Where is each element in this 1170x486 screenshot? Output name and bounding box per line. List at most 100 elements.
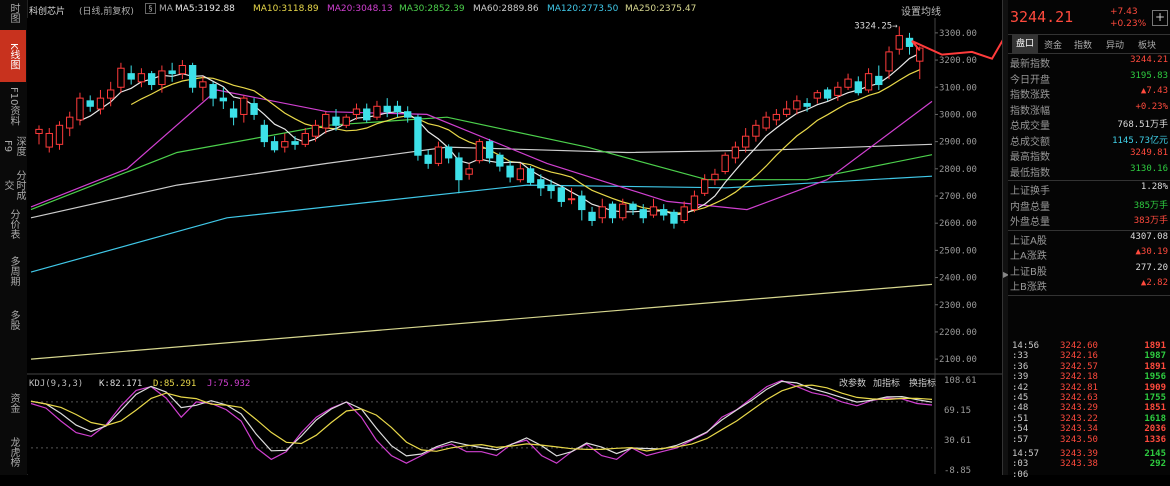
stat-label: 外盘总量	[1010, 217, 1050, 228]
candle-body	[608, 203, 617, 219]
candle-body	[670, 211, 678, 224]
stat-label: 总成交额	[1010, 136, 1050, 148]
stat-row: 最新指数 3244.21	[1010, 55, 1170, 70]
stat-value: ▲30.19	[1135, 247, 1168, 257]
left-tab-8[interactable]: 资金	[0, 382, 26, 424]
candle-body	[823, 89, 832, 99]
candle-body	[660, 209, 668, 216]
candle-body	[66, 116, 74, 129]
candle-body	[690, 195, 699, 211]
stat-row: 最低指数 3130.16	[1010, 164, 1170, 179]
candle-body	[137, 73, 146, 83]
candle-body	[803, 103, 811, 107]
add-watchlist-button[interactable]: +	[1152, 10, 1168, 26]
left-tab-5[interactable]: 分价表	[0, 206, 26, 242]
kdj-action-button[interactable]: 改参数	[839, 377, 866, 389]
tick-price: 3242.16	[1060, 351, 1098, 362]
left-tab-1[interactable]: K线图	[0, 30, 26, 82]
left-tab-6[interactable]: 多周期	[0, 246, 26, 296]
ma10-value: MA10:3118.89	[253, 4, 319, 14]
quote-tab-1[interactable]: 资金	[1044, 38, 1062, 51]
stat-row: 上证换手 1.28%	[1010, 182, 1170, 197]
stat-label: 最新指数	[1010, 59, 1050, 70]
candle-body	[363, 108, 371, 121]
stat-value: 1.28%	[1140, 182, 1168, 192]
period-label[interactable]: (日线,前复权)	[79, 4, 134, 17]
tick-volume: 1909	[1144, 382, 1166, 393]
candle-body	[598, 206, 606, 219]
divider	[1008, 294, 1170, 296]
candle-body	[188, 65, 197, 88]
kdj-axis-label: -8.85	[944, 466, 971, 475]
candle-body	[864, 73, 873, 91]
stat-row: 最高指数 3249.81	[1010, 148, 1170, 163]
stat-value: +0.23%	[1135, 101, 1168, 112]
quote-tab-2[interactable]: 指数	[1074, 38, 1092, 51]
candle-body	[629, 203, 637, 211]
price-axis-label: 3200.00	[939, 56, 977, 66]
price-axis-label: 2900.00	[939, 138, 977, 148]
candle-body	[434, 146, 443, 164]
ma-settings-button[interactable]: 设置均线	[901, 3, 941, 18]
tick-volume: 1618	[1144, 413, 1166, 424]
kdj-action-button[interactable]: 加指标	[873, 377, 900, 389]
candle-body	[485, 141, 494, 159]
left-tab-0[interactable]: 时图	[0, 0, 26, 26]
stat-row: 上B涨跌 ▲2.82	[1010, 278, 1170, 293]
left-tab-4[interactable]: 分时成交	[0, 166, 26, 204]
kdj-k-value: K:82.171	[99, 379, 142, 389]
tick-price: 3243.29	[1060, 403, 1098, 414]
ma5-value: MA5:3192.88	[175, 4, 235, 14]
stat-row: 总成交额 1145.73亿元	[1010, 133, 1170, 148]
left-tab-2[interactable]: F10资料	[0, 86, 26, 126]
candle-body	[875, 75, 883, 86]
left-tab-9[interactable]: 龙虎榜	[0, 428, 26, 475]
tick-volume: 1891	[1144, 341, 1166, 351]
candle-body	[711, 173, 719, 181]
candle-body	[393, 105, 402, 113]
stat-row: 总成交量 768.51万手	[1010, 117, 1170, 132]
candle-body	[158, 70, 166, 86]
candle-body	[721, 154, 729, 173]
stat-label: 上B涨跌	[1010, 282, 1047, 293]
stat-value: 3195.83	[1130, 70, 1168, 81]
stat-row: 外盘总量 383万手	[1010, 213, 1170, 228]
stat-label: 指数涨跌	[1010, 90, 1050, 101]
chart-header: 科创芯片 (日线,前复权) § MA MA5:3192.88 MA10:3118…	[27, 0, 1002, 18]
quote-tab-0[interactable]: 盘口	[1012, 35, 1039, 53]
stat-label: 指数涨幅	[1010, 105, 1050, 117]
left-tab-3[interactable]: 深度F9	[0, 130, 26, 162]
candle-body	[178, 65, 187, 75]
candle-body	[107, 89, 115, 99]
candle-body	[444, 146, 453, 159]
tick-volume: 2036	[1144, 424, 1166, 435]
tick-price: 3242.63	[1060, 393, 1098, 403]
candle-body	[588, 211, 596, 221]
candle-body	[127, 73, 135, 80]
left-tab-7[interactable]: 多股	[0, 300, 26, 340]
tick-price: 3243.34	[1060, 424, 1098, 435]
price-axis-label: 3100.00	[939, 83, 977, 93]
quote-tab-4[interactable]: 板块	[1138, 38, 1156, 51]
tick-price: 3243.50	[1060, 434, 1098, 445]
candle-body	[731, 146, 740, 159]
tick-time: 14:57	[1012, 449, 1040, 459]
candle-body	[547, 184, 555, 192]
stat-value: 4307.08	[1130, 231, 1168, 242]
candle-body	[414, 116, 422, 156]
tick-price: 3242.81	[1060, 382, 1098, 393]
kdj-action-button[interactable]: 换指标	[909, 377, 936, 389]
tick-price: 3242.60	[1060, 341, 1098, 351]
stat-label: 上证A股	[1010, 235, 1047, 247]
quote-tab-3[interactable]: 异动	[1106, 38, 1124, 51]
candle-body	[55, 124, 64, 145]
candle-body	[885, 51, 893, 72]
peak-price-label: 3324.25→	[854, 21, 898, 31]
candle-body	[557, 187, 565, 202]
kline-chart[interactable]: 3300.00 3200.00 3100.00 3000.00 2900.00 2800.…	[27, 18, 1002, 475]
candle-body	[424, 154, 432, 164]
ma-settings-icon[interactable]: §	[145, 3, 156, 14]
tick-price: 3243.39	[1060, 449, 1098, 459]
price-axis-label: 2200.00	[939, 328, 977, 338]
tick-time: :48	[1012, 403, 1029, 414]
